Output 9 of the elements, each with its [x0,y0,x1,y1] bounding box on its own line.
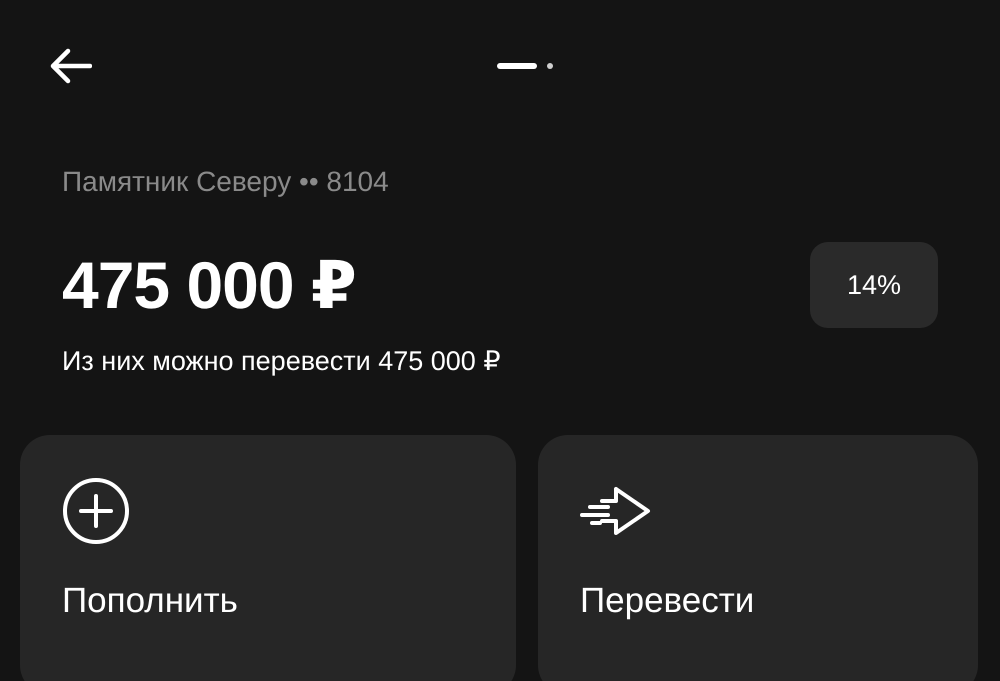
action-card[interactable]: Перевести [538,435,978,681]
rate-badge: 14% [810,242,938,328]
action-card[interactable]: Пополнить [20,435,516,681]
back-button[interactable] [50,46,94,86]
plus-circle-icon [62,477,130,545]
balance-amount: 475 000 ₽ [62,246,356,324]
back-arrow-icon [50,48,92,84]
available-amount-text: Из них можно перевести 475 000 ₽ [62,346,502,377]
account-name: Памятник Северу •• 8104 [62,166,390,198]
